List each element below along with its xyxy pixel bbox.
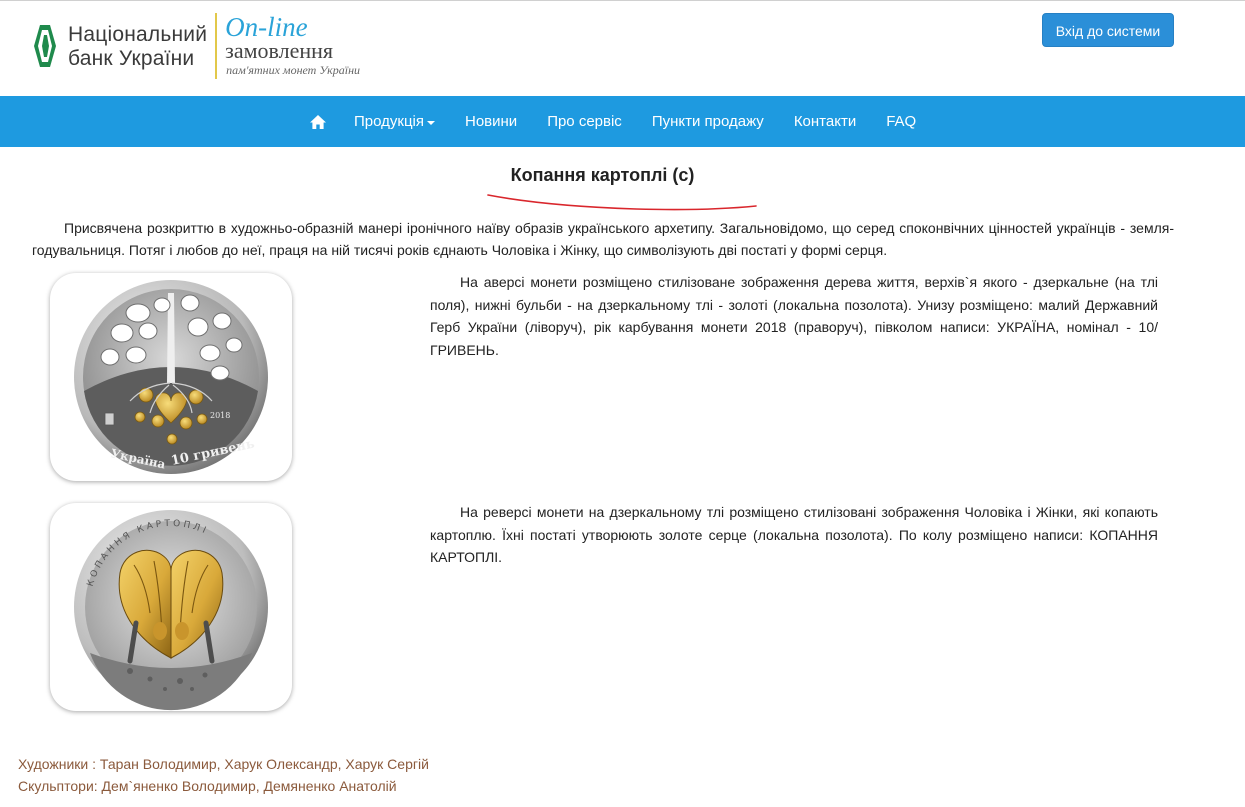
service-title: On-line bbox=[225, 12, 308, 42]
nav-item-label: Про сервіс bbox=[547, 113, 622, 130]
nav-item-faq[interactable]: FAQ bbox=[886, 113, 916, 130]
obverse-coin-drawing: 2018 Україна 10 гривень bbox=[74, 280, 268, 474]
site-logo[interactable]: Національний банк України On-line замовл… bbox=[32, 13, 360, 83]
bank-name-line2: банк України bbox=[68, 47, 195, 70]
service-caption: пам'ятних монет України bbox=[226, 63, 361, 77]
nav-item-label: Пункти продажу bbox=[651, 113, 764, 130]
site-header: Національний банк України On-line замовл… bbox=[0, 1, 1245, 96]
caret-down-icon bbox=[427, 120, 435, 125]
home-icon[interactable] bbox=[309, 113, 327, 131]
nav-item-sale-points[interactable]: Пункти продажу bbox=[652, 113, 764, 130]
reverse-coin-image[interactable]: КОПАННЯ КАРТОПЛІ bbox=[50, 503, 292, 711]
nav-item-news[interactable]: Новини bbox=[465, 113, 517, 130]
reverse-coin-drawing: КОПАННЯ КАРТОПЛІ bbox=[74, 510, 268, 711]
service-name: On-line замовлення пам'ятних монет Украї… bbox=[225, 13, 360, 79]
credits: Художники : Таран Володимир, Харук Олекс… bbox=[18, 753, 429, 797]
credits-sculptors: Скульптори: Дем`яненко Володимир, Демяне… bbox=[18, 778, 397, 794]
login-button[interactable]: Вхід до системи bbox=[1042, 13, 1174, 47]
obverse-year: 2018 bbox=[210, 411, 230, 420]
nav-item-products[interactable]: Продукція bbox=[354, 113, 435, 130]
obverse-description: На аверсі монети розміщено стилізоване з… bbox=[430, 274, 1158, 358]
nav-item-label: Продукція bbox=[354, 113, 424, 130]
page-title: Копання картоплі (с) bbox=[510, 165, 695, 185]
nav-item-label: FAQ bbox=[886, 113, 917, 130]
logo-divider bbox=[215, 13, 218, 79]
title-underline-decoration bbox=[487, 194, 757, 211]
obverse-coin-image[interactable]: 2018 Україна 10 гривень bbox=[50, 273, 292, 481]
nav-item-label: Контакти bbox=[793, 113, 857, 130]
nav-item-about[interactable]: Про сервіс bbox=[547, 113, 622, 130]
service-subtitle: замовлення bbox=[225, 38, 334, 63]
main-nav: Продукція Новини Про сервіс Пункти прода… bbox=[0, 96, 1245, 147]
product-intro: Присвячена розкриттю в художньо-образній… bbox=[32, 220, 1174, 258]
nav-item-label: Новини bbox=[465, 113, 518, 130]
nav-item-contacts[interactable]: Контакти bbox=[794, 113, 856, 130]
nav-items: Продукція Новини Про сервіс Пункти прода… bbox=[309, 96, 946, 147]
reverse-description: На реверсі монети на дзеркальному тлі ро… bbox=[430, 504, 1158, 565]
bank-name-line1: Національний bbox=[68, 23, 208, 46]
bank-name: Національний банк України bbox=[68, 23, 207, 71]
nbu-logo-icon bbox=[34, 25, 56, 67]
credits-artists: Художники : Таран Володимир, Харук Олекс… bbox=[18, 756, 429, 772]
